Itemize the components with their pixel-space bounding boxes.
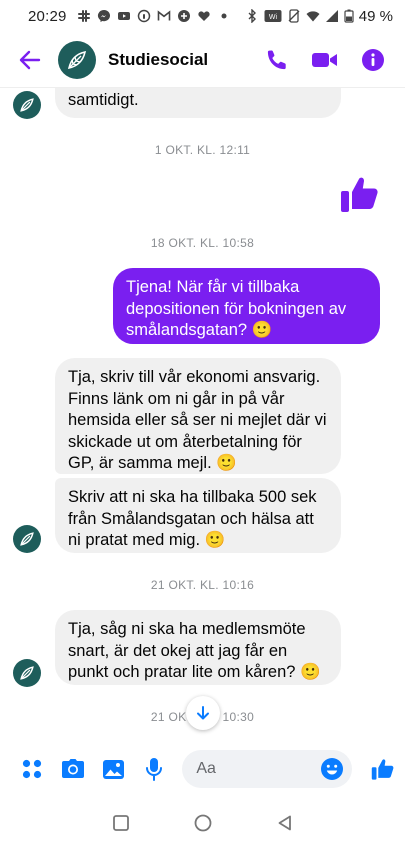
message-text: Tjena! När får vi tillbaka depositionen … — [126, 278, 347, 339]
battery-percent: 49 % — [358, 7, 393, 25]
info-button[interactable] — [355, 42, 391, 78]
dot-icon — [221, 13, 227, 19]
recents-icon — [112, 815, 129, 831]
podcast-icon — [137, 9, 150, 23]
incoming-message[interactable]: Tja, skriv till vår ekonomi ansvarig. Fi… — [55, 358, 341, 474]
outgoing-message[interactable]: Tjena! När får vi tillbaka depositionen … — [113, 268, 380, 344]
sender-avatar[interactable] — [13, 525, 41, 553]
info-icon — [362, 48, 384, 71]
back-nav-button[interactable] — [273, 811, 297, 835]
back-button[interactable] — [10, 40, 50, 80]
hearts-icon — [197, 11, 210, 21]
camera-button[interactable] — [59, 754, 88, 784]
incoming-message[interactable]: Skriv att ni ska ha tillbaka 500 sek frå… — [55, 478, 341, 553]
slack-icon — [77, 10, 90, 22]
status-time: 20:29 — [28, 7, 67, 25]
home-icon — [194, 814, 211, 832]
back-icon — [278, 815, 291, 831]
message-text: Tja, skriv till vår ekonomi ansvarig. Fi… — [68, 368, 327, 472]
system-navigation-bar — [0, 798, 405, 848]
voice-message-button[interactable] — [140, 754, 169, 784]
camera-icon — [61, 759, 84, 778]
wifi-icon — [306, 11, 320, 22]
contact-avatar[interactable] — [58, 40, 96, 79]
vowifi-icon: Wi — [264, 10, 282, 22]
timestamp: 1 OKT. KL. 12:11 — [154, 143, 251, 157]
video-call-button[interactable] — [307, 42, 343, 78]
header-actions — [259, 42, 391, 78]
emoji-icon[interactable] — [320, 757, 344, 781]
gallery-button[interactable] — [99, 754, 128, 784]
message-composer — [0, 740, 405, 798]
bluetooth-icon — [248, 9, 256, 23]
conversation-header: Studiesocial — [0, 32, 405, 88]
svg-text:Wi: Wi — [269, 14, 278, 21]
contact-name[interactable]: Studiesocial — [108, 50, 208, 70]
video-camera-icon — [312, 52, 337, 67]
apps-menu-icon — [23, 759, 42, 779]
arrow-down-icon — [197, 706, 209, 720]
sender-avatar[interactable] — [13, 659, 41, 687]
leaf-logo-icon — [67, 50, 87, 69]
leaf-logo-icon — [20, 532, 34, 546]
timestamp: 18 OKT. KL. 10:58 — [150, 236, 255, 250]
message-input[interactable] — [196, 760, 307, 778]
signal-icon — [325, 10, 338, 22]
message-list[interactable]: samtidigt. 1 OKT. KL. 12:11 18 OKT. KL. … — [0, 88, 405, 740]
microphone-icon — [146, 758, 163, 781]
apps-button[interactable] — [18, 754, 47, 784]
gallery-icon — [102, 759, 124, 779]
incoming-message[interactable]: samtidigt. — [55, 88, 341, 118]
message-text: Skriv att ni ska ha tillbaka 500 sek frå… — [68, 488, 317, 549]
system-indicators: Wi 49 % — [245, 8, 393, 25]
timestamp: 21 OKT. KL. 10:16 — [150, 578, 255, 592]
battery-icon — [344, 9, 354, 23]
voice-call-button[interactable] — [259, 42, 295, 78]
message-text: samtidigt. — [68, 91, 139, 109]
home-button[interactable] — [191, 811, 215, 835]
leaf-logo-icon — [20, 666, 34, 680]
incoming-message[interactable]: Tja, såg ni ska ha medlemsmöte snart, är… — [55, 610, 341, 685]
thumbs-up-icon — [371, 759, 394, 780]
youtube-icon — [117, 12, 130, 20]
outgoing-like-message[interactable] — [338, 172, 382, 216]
messenger-icon — [97, 9, 110, 22]
send-like-button[interactable] — [368, 754, 397, 784]
gmail-icon — [157, 10, 170, 21]
leaf-logo-icon — [20, 98, 34, 112]
notification-icons — [77, 9, 231, 23]
mute-icon — [288, 9, 300, 23]
message-text: Tja, såg ni ska ha medlemsmöte snart, är… — [68, 620, 321, 681]
phone-icon — [267, 50, 286, 69]
sender-avatar[interactable] — [13, 91, 41, 119]
status-bar: 20:29 Wi 49 % — [0, 0, 405, 32]
back-arrow-icon — [19, 50, 41, 69]
scroll-to-bottom-button[interactable] — [186, 696, 220, 730]
recents-button[interactable] — [109, 811, 133, 835]
sync-icon — [177, 10, 190, 22]
message-input-box[interactable] — [182, 750, 353, 788]
thumbs-up-icon — [341, 177, 378, 212]
